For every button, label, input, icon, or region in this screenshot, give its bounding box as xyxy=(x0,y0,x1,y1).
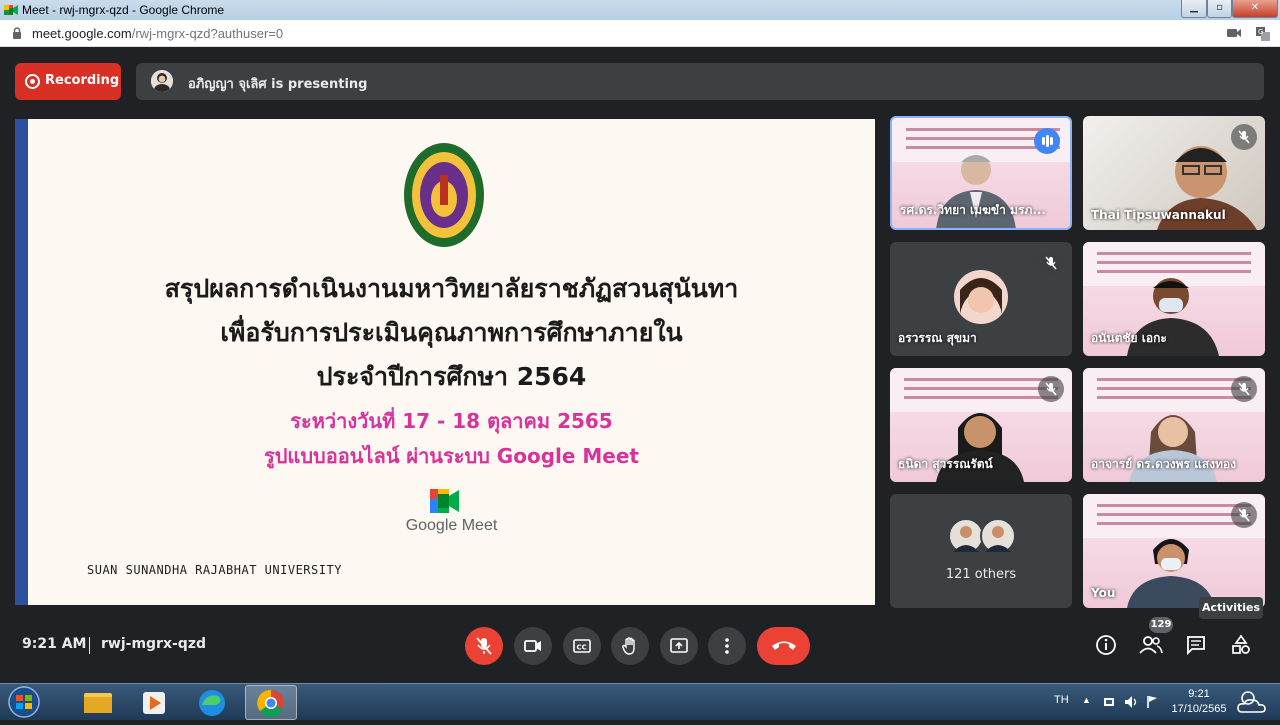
close-button[interactable]: ✕ xyxy=(1232,0,1278,18)
explorer-icon xyxy=(84,693,112,713)
hang-up-icon xyxy=(772,641,796,650)
university-seal-icon xyxy=(404,143,484,247)
volume-icon[interactable] xyxy=(1124,695,1138,709)
google-meet-logo-icon xyxy=(430,489,459,513)
chrome-icon xyxy=(257,689,284,718)
start-button-icon[interactable] xyxy=(4,685,44,720)
taskbar-clock[interactable]: 9:21 17/10/2565 xyxy=(1168,687,1230,717)
participant-name: ธนิดา สุวรรณรัตน์ xyxy=(898,457,993,471)
present-icon xyxy=(670,638,688,653)
clock-date: 17/10/2565 xyxy=(1171,703,1227,715)
participant-name: อนันตชัย เอกะ xyxy=(1091,331,1167,345)
window-title-bar: Meet - rwj-mgrx-qzd - Google Chrome ▁ ▫ … xyxy=(0,0,1280,20)
mic-off-icon xyxy=(1231,376,1257,402)
university-footer: SUAN SUNANDHA RAJABHAT UNIVERSITY xyxy=(87,563,342,577)
camera-toggle-button[interactable] xyxy=(514,627,552,665)
taskbar-explorer[interactable] xyxy=(72,685,124,720)
minimize-button[interactable]: ▁ xyxy=(1181,0,1207,18)
windows-taskbar: TH ▲ 9:21 17/10/2565 xyxy=(0,683,1280,720)
meeting-time: 9:21 AM xyxy=(22,636,87,652)
svg-text:CC: CC xyxy=(577,644,587,652)
participant-tile[interactable]: อรวรรณ สุขมา xyxy=(890,242,1072,356)
hand-icon xyxy=(622,637,635,655)
slide-edge-bar xyxy=(15,119,28,605)
presentation-slide: สรุปผลการดำเนินงานมหาวิทยาลัยราชภัฏสวนสุ… xyxy=(15,119,875,605)
media-player-icon xyxy=(143,692,165,714)
meeting-details-icon[interactable] xyxy=(1095,634,1117,656)
recording-indicator[interactable]: Recording xyxy=(15,63,121,100)
raise-hand-button[interactable] xyxy=(611,627,649,665)
participant-name: You xyxy=(1091,586,1116,600)
presenting-banner: อภิญญา จุเลิศ is presenting xyxy=(136,63,1264,100)
participant-tile[interactable]: รศ.ดร.วิทยา เมฆขำ มรภ... xyxy=(890,116,1072,230)
participant-video xyxy=(1127,539,1215,608)
google-meet-logo-text: Google Meet xyxy=(405,517,498,534)
url-text[interactable]: meet.google.com/rwj-mgrx-qzd?authuser=0 xyxy=(32,26,283,41)
taskbar-media-player[interactable] xyxy=(129,685,181,720)
self-tile[interactable]: You xyxy=(1083,494,1265,608)
meet-favicon-icon xyxy=(4,5,18,15)
participant-tile[interactable]: อาจารย์ ดร.ดวงพร แสงทอง xyxy=(1083,368,1265,482)
activities-icon[interactable] xyxy=(1230,634,1252,656)
meet-stage: Recording อภิญญา จุเลิศ is presenting สร… xyxy=(0,47,1280,683)
slide-title-line-2: เพื่อรับการประเมินคุณภาพการศึกษาภายใน xyxy=(220,318,683,347)
participant-name: Thai Tipsuwannakul xyxy=(1091,208,1226,222)
others-avatars xyxy=(948,518,1016,554)
presenter-avatar xyxy=(151,70,173,92)
clock-time: 9:21 xyxy=(1188,688,1210,700)
control-bar: 9:21 AM rwj-mgrx-qzd CC 129 xyxy=(0,617,1280,683)
address-bar[interactable]: meet.google.com/rwj-mgrx-qzd?authuser=0 … xyxy=(0,20,1280,47)
language-indicator[interactable]: TH xyxy=(1054,694,1069,706)
taskbar-chrome[interactable] xyxy=(245,685,297,720)
more-options-button[interactable] xyxy=(708,627,746,665)
divider xyxy=(89,637,90,654)
svg-text:G: G xyxy=(1258,28,1263,36)
presenting-text: อภิญญา จุเลิศ is presenting xyxy=(188,77,368,92)
mic-off-icon xyxy=(476,637,492,655)
network-icon[interactable] xyxy=(1102,695,1116,709)
lock-icon[interactable] xyxy=(12,27,22,40)
window-title: Meet - rwj-mgrx-qzd - Google Chrome xyxy=(22,3,225,17)
speaking-indicator-icon xyxy=(1034,128,1060,154)
participant-tile[interactable]: ธนิดา สุวรรณรัตน์ xyxy=(890,368,1072,482)
activities-tooltip: Activities xyxy=(1199,597,1263,619)
camera-icon xyxy=(524,640,541,652)
slide-date-line: ระหว่างวันที่ 17 - 18 ตุลาคม 2565 xyxy=(290,409,613,433)
present-now-button[interactable] xyxy=(660,627,698,665)
participant-tile[interactable]: Thai Tipsuwannakul xyxy=(1083,116,1265,230)
participant-name: รศ.ดร.วิทยา เมฆขำ มรภ... xyxy=(900,203,1046,217)
participant-avatar xyxy=(954,270,1008,324)
others-tile[interactable]: 121 others xyxy=(890,494,1072,608)
participant-tile[interactable]: อนันตชัย เอกะ xyxy=(1083,242,1265,356)
more-vert-icon xyxy=(725,638,729,654)
mic-off-icon xyxy=(1038,250,1064,276)
camera-blocked-icon[interactable] xyxy=(1226,26,1242,40)
leave-call-button[interactable] xyxy=(757,627,810,665)
mic-off-icon xyxy=(1231,502,1257,528)
participant-name: อาจารย์ ดร.ดวงพร แสงทอง xyxy=(1091,457,1236,471)
mic-off-icon xyxy=(1231,124,1257,150)
participant-name: อรวรรณ สุขมา xyxy=(898,331,977,345)
translate-icon[interactable]: G xyxy=(1255,26,1271,42)
taskbar-edge[interactable] xyxy=(186,685,238,720)
slide-title-line-1: สรุปผลการดำเนินงานมหาวิทยาลัยราชภัฏสวนสุ… xyxy=(164,274,739,303)
chat-icon[interactable] xyxy=(1185,634,1207,656)
others-count: 121 others xyxy=(945,567,1017,582)
action-center-flag-icon[interactable] xyxy=(1146,695,1158,709)
captions-button[interactable]: CC xyxy=(563,627,601,665)
meeting-code: rwj-mgrx-qzd xyxy=(101,636,206,652)
show-hidden-icons-icon[interactable]: ▲ xyxy=(1082,695,1091,705)
captions-icon: CC xyxy=(573,639,591,653)
edge-icon xyxy=(199,690,225,716)
people-icon[interactable] xyxy=(1139,634,1163,656)
record-dot-icon xyxy=(25,74,40,89)
weather-cloud-icon[interactable] xyxy=(1234,688,1270,716)
people-count-badge: 129 xyxy=(1149,617,1173,633)
slide-title-line-3: ประจำปีการศึกษา 2564 xyxy=(316,362,587,391)
slide-format-line: รูปแบบออนไลน์ ผ่านระบบ Google Meet xyxy=(263,444,639,468)
microphone-toggle-button[interactable] xyxy=(465,627,503,665)
maximize-button[interactable]: ▫ xyxy=(1207,0,1232,18)
mic-off-icon xyxy=(1038,376,1064,402)
